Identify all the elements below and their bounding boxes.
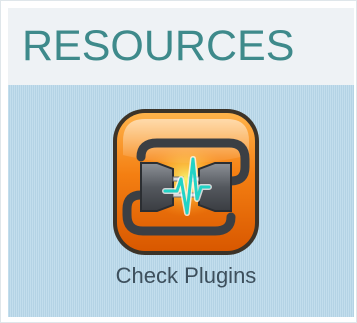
- resources-widget: RESOURCES Check Plugins: [0, 0, 357, 323]
- resources-header: RESOURCES: [8, 8, 354, 85]
- resources-title: RESOURCES: [22, 22, 295, 70]
- plugin-connector-icon[interactable]: [111, 107, 261, 257]
- check-plugins-label[interactable]: Check Plugins: [98, 263, 274, 289]
- check-plugins-tile[interactable]: Check Plugins: [98, 107, 268, 307]
- resources-panel: Check Plugins: [8, 85, 354, 317]
